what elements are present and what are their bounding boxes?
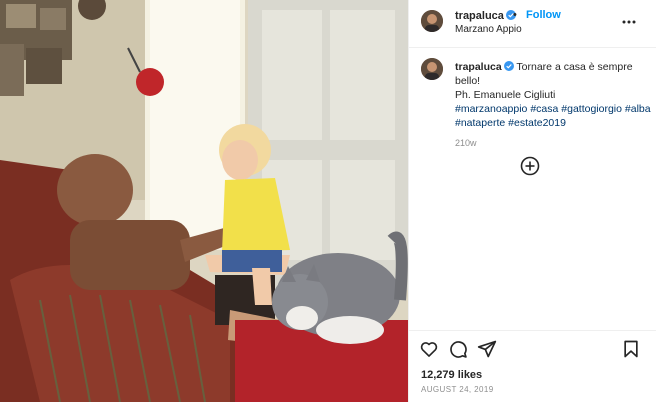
caption-text-block: trapaluca Tornare a casa è sempre bello!… [455, 60, 651, 150]
location-link[interactable]: Marzano Appio [455, 24, 522, 35]
header-username-wrap[interactable]: trapaluca [455, 10, 516, 22]
follow-button[interactable]: Follow [526, 9, 561, 21]
post-date[interactable]: AUGUST 24, 2019 [421, 385, 494, 394]
hashtag-link[interactable]: #nataperte [455, 117, 505, 129]
hashtag-link[interactable]: #alba [625, 103, 651, 115]
caption-avatar-image [421, 58, 443, 80]
share-icon[interactable] [477, 339, 497, 359]
likes-count[interactable]: 12,279 likes [421, 369, 482, 381]
caption-credit: Ph. Emanuele Cigliuti [455, 89, 556, 101]
caption-time[interactable]: 210w [455, 136, 651, 150]
post-header: trapaluca • Follow Marzano Appio [409, 0, 656, 48]
avatar-image [421, 10, 443, 32]
hashtag-link[interactable]: #gattogiorgio [561, 103, 622, 115]
post-side-panel: trapaluca • Follow Marzano Appio trapalu… [408, 0, 656, 402]
hashtag-link[interactable]: #marzanoappio [455, 103, 527, 115]
header-separator: • [513, 9, 517, 21]
comment-icon[interactable] [448, 339, 468, 359]
heart-icon[interactable] [419, 339, 439, 359]
post-actions: 12,279 likes AUGUST 24, 2019 [409, 330, 656, 402]
caption-avatar[interactable] [421, 58, 443, 80]
post-photo[interactable] [0, 0, 408, 402]
post-photo-illustration [0, 0, 408, 402]
header-username[interactable]: trapaluca [455, 10, 504, 22]
plus-circle-icon[interactable] [520, 156, 540, 176]
more-options-icon[interactable] [621, 14, 637, 30]
bookmark-icon[interactable] [621, 339, 641, 359]
avatar[interactable] [421, 10, 443, 32]
hashtag-link[interactable]: #casa [530, 103, 558, 115]
hashtag-link[interactable]: #estate2019 [508, 117, 566, 129]
verified-badge-icon [503, 61, 514, 71]
caption-username[interactable]: trapaluca [455, 61, 502, 73]
